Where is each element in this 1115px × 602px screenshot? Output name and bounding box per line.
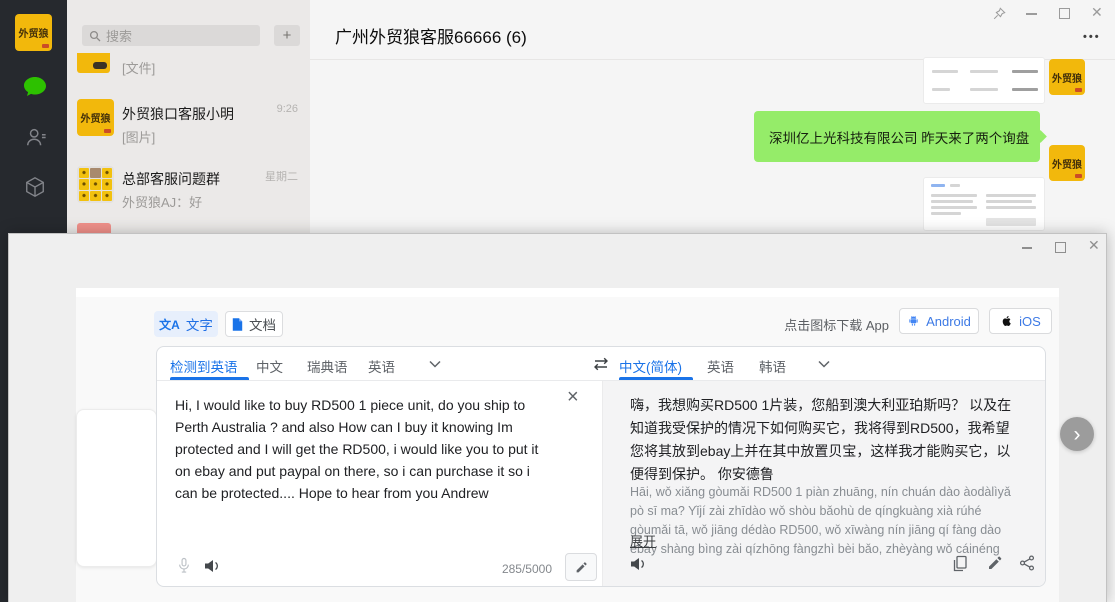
close-icon[interactable]: ✕ — [1088, 238, 1100, 252]
list-item-subtitle: [文件] — [122, 58, 155, 77]
expand-link[interactable]: 展开 — [630, 531, 656, 550]
pinyin-text: Hāi, wǒ xiǎng gòumǎi RD500 1 piàn zhuāng… — [630, 483, 1022, 559]
source-lang-detected[interactable]: 检测到英语 — [170, 356, 238, 376]
pin-icon[interactable] — [992, 7, 1006, 26]
avatar — [77, 223, 111, 233]
list-item-time: 9:26 — [262, 103, 298, 115]
next-button[interactable]: › — [1060, 417, 1094, 451]
list-item-title: 总部客服问题群 — [122, 169, 220, 189]
group-avatar — [77, 166, 114, 203]
text-message-bubble[interactable]: 深圳亿上光科技有限公司 昨天来了两个询盘 — [754, 111, 1040, 162]
list-item[interactable]: [文件] — [67, 48, 310, 88]
search-placeholder: 搜索 — [106, 26, 132, 45]
swap-languages-icon[interactable] — [591, 357, 611, 371]
page-top — [76, 288, 1059, 297]
document-icon — [232, 318, 243, 331]
chevron-down-icon[interactable] — [818, 360, 830, 368]
download-hint: 点击图标下载 App — [709, 315, 889, 334]
tab-label: 文档 — [249, 314, 276, 334]
ios-button[interactable]: iOS — [989, 308, 1052, 334]
avatar-text: 外贸狼 — [1052, 70, 1082, 85]
source-lang-tab[interactable]: 英语 — [368, 356, 395, 376]
chevron-right-icon: › — [1074, 424, 1081, 445]
avatar: 外贸狼 — [77, 99, 114, 136]
avatar[interactable]: 外贸狼 — [1049, 145, 1085, 181]
plus-icon: + — [283, 27, 292, 44]
target-lang-tab[interactable]: 英语 — [707, 356, 734, 376]
divider — [602, 381, 603, 586]
source-text-input[interactable]: Hi, I would like to buy RD500 1 piece un… — [175, 394, 547, 504]
maximize-icon[interactable] — [1059, 8, 1070, 19]
list-item-title: 外贸狼口客服小明 — [122, 104, 234, 124]
message-area: 外贸狼 深圳亿上光科技有限公司 昨天来了两个询盘 外贸狼 外贸狼 — [310, 60, 1115, 233]
speaker-icon[interactable] — [630, 557, 647, 571]
translator-window: ✕ 文A 文字 文档 点击图标下载 App Android iOS — [8, 233, 1107, 602]
button-label: Android — [926, 314, 971, 329]
list-item[interactable]: 总部客服问题群 星期二 外贸狼AJ：好 — [67, 155, 310, 222]
search-input[interactable]: 搜索 — [82, 25, 260, 46]
list-item-subtitle: 外贸狼AJ：好 — [122, 192, 202, 211]
chat-header: 广州外贸狼客服66666 (6) ✕ ••• — [310, 0, 1115, 60]
image-message[interactable] — [923, 177, 1045, 231]
button-label: iOS — [1019, 314, 1041, 329]
close-icon[interactable]: ✕ — [1091, 5, 1103, 19]
target-lang-tab[interactable]: 韩语 — [759, 356, 786, 376]
android-icon — [907, 314, 920, 328]
chat-title: 广州外贸狼客服66666 (6) — [335, 23, 527, 48]
target-lang-tab-active[interactable]: 中文(简体) — [619, 356, 682, 376]
edit-source-button[interactable] — [565, 553, 597, 581]
avatar-text: 外贸狼 — [1052, 156, 1082, 171]
avatar-badge — [93, 62, 107, 69]
speaker-icon[interactable] — [204, 559, 221, 573]
tab-doc-translate[interactable]: 文档 — [225, 311, 283, 337]
search-icon — [89, 30, 101, 42]
contacts-icon[interactable] — [25, 126, 47, 153]
maximize-icon[interactable] — [1055, 242, 1066, 253]
edit-icon[interactable] — [987, 555, 1003, 571]
list-item-time: 星期二 — [252, 168, 298, 184]
screen: 外贸狼 搜索 + [文件] 外贸狼 外贸狼口客服小明 — [0, 0, 1115, 602]
moments-cube-icon[interactable] — [24, 176, 46, 203]
apple-icon — [1000, 314, 1013, 328]
share-icon[interactable] — [1019, 555, 1035, 571]
tab-label: 文字 — [186, 314, 213, 334]
chevron-down-icon[interactable] — [429, 360, 441, 368]
translation-text: 嗨，我想购买RD500 1片装，您船到澳大利亚珀斯吗？ 以及在知道我受保护的情况… — [630, 394, 1012, 486]
list-item-subtitle: [图片] — [122, 127, 155, 146]
avatar-text: 外贸狼 — [81, 110, 111, 125]
minimize-icon[interactable] — [1026, 13, 1037, 15]
clear-icon[interactable]: × — [567, 387, 579, 407]
active-tab-underline — [170, 377, 249, 380]
more-icon[interactable]: ••• — [1083, 31, 1101, 43]
avatar[interactable]: 外贸狼 — [15, 14, 52, 51]
android-button[interactable]: Android — [899, 308, 979, 334]
add-chat-button[interactable]: + — [274, 25, 300, 46]
char-count: 285/5000 — [452, 562, 552, 576]
translate-icon: 文A — [159, 316, 180, 333]
avatar-text: 外贸狼 — [19, 25, 49, 40]
message-text: 深圳亿上光科技有限公司 昨天来了两个询盘 — [769, 127, 1029, 147]
avatar — [77, 53, 110, 73]
image-message[interactable] — [923, 57, 1045, 104]
tab-text-translate[interactable]: 文A 文字 — [154, 311, 218, 337]
translate-panel: 检测到英语 中文 瑞典语 英语 中文(简体) 英语 韩语 Hi, I would… — [156, 346, 1046, 587]
chats-icon[interactable] — [23, 76, 47, 103]
minimize-icon[interactable] — [1022, 247, 1032, 249]
avatar[interactable]: 外贸狼 — [1049, 59, 1085, 95]
copy-icon[interactable] — [952, 555, 968, 572]
microphone-icon[interactable] — [177, 557, 191, 574]
active-tab-underline — [619, 377, 693, 380]
list-item[interactable]: 外贸狼 外贸狼口客服小明 9:26 [图片] — [67, 88, 310, 158]
pencil-icon — [575, 561, 588, 574]
source-lang-tab[interactable]: 瑞典语 — [307, 356, 348, 376]
side-card — [76, 409, 157, 567]
source-lang-tab[interactable]: 中文 — [256, 356, 283, 376]
